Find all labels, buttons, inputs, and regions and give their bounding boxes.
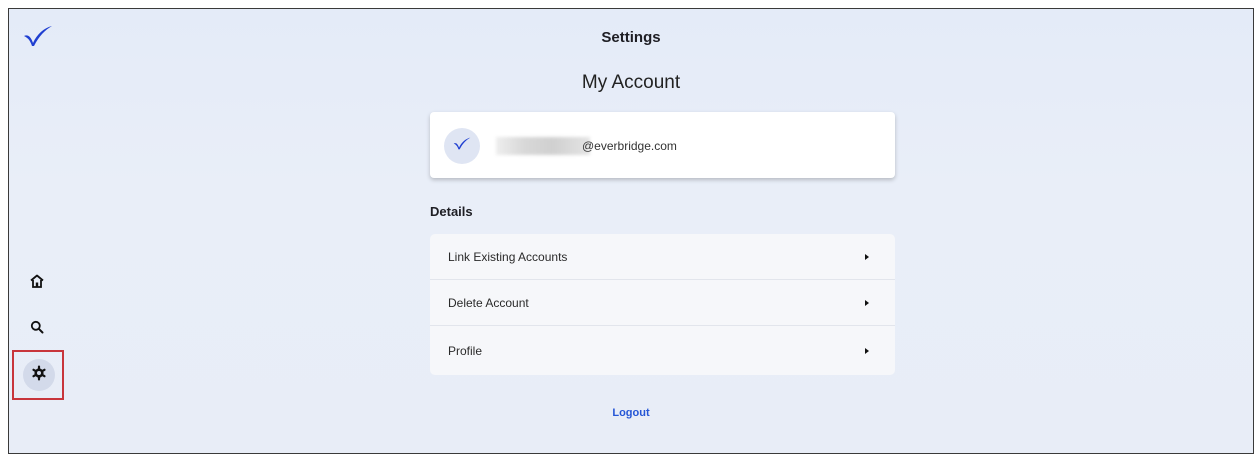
details-item-label: Link Existing Accounts bbox=[448, 249, 568, 264]
logout-button[interactable]: Logout bbox=[9, 407, 1253, 419]
checkmark-bird-logo-icon bbox=[453, 137, 471, 155]
details-item-label: Profile bbox=[448, 343, 483, 358]
caret-right-icon bbox=[865, 347, 869, 354]
page-title: My Account bbox=[581, 72, 681, 93]
sidebar-item-settings[interactable] bbox=[23, 359, 55, 391]
sidebar-item-home[interactable] bbox=[19, 263, 55, 299]
home-icon bbox=[29, 273, 45, 289]
account-card: @everbridge.com bbox=[430, 112, 895, 178]
header-title: Settings bbox=[601, 29, 661, 46]
caret-right-icon bbox=[865, 299, 869, 306]
caret-right-icon bbox=[865, 253, 869, 260]
gear-icon bbox=[31, 365, 47, 386]
details-item-delete-account[interactable]: Delete Account bbox=[430, 280, 895, 326]
details-item-label: Delete Account bbox=[448, 295, 529, 310]
avatar bbox=[444, 128, 480, 164]
sidebar-item-settings-highlight bbox=[12, 350, 64, 400]
details-item-link-existing-accounts[interactable]: Link Existing Accounts bbox=[430, 234, 895, 280]
details-item-profile[interactable]: Profile bbox=[430, 326, 895, 375]
account-email: @everbridge.com bbox=[582, 139, 677, 153]
app-window: Settings My Account @everbridge.com Deta… bbox=[8, 8, 1254, 454]
sidebar-item-search[interactable] bbox=[19, 309, 55, 345]
email-redacted-region bbox=[496, 137, 590, 155]
details-heading: Details bbox=[430, 204, 473, 219]
search-icon bbox=[30, 320, 44, 334]
details-list: Link Existing Accounts Delete Account Pr… bbox=[430, 234, 895, 375]
